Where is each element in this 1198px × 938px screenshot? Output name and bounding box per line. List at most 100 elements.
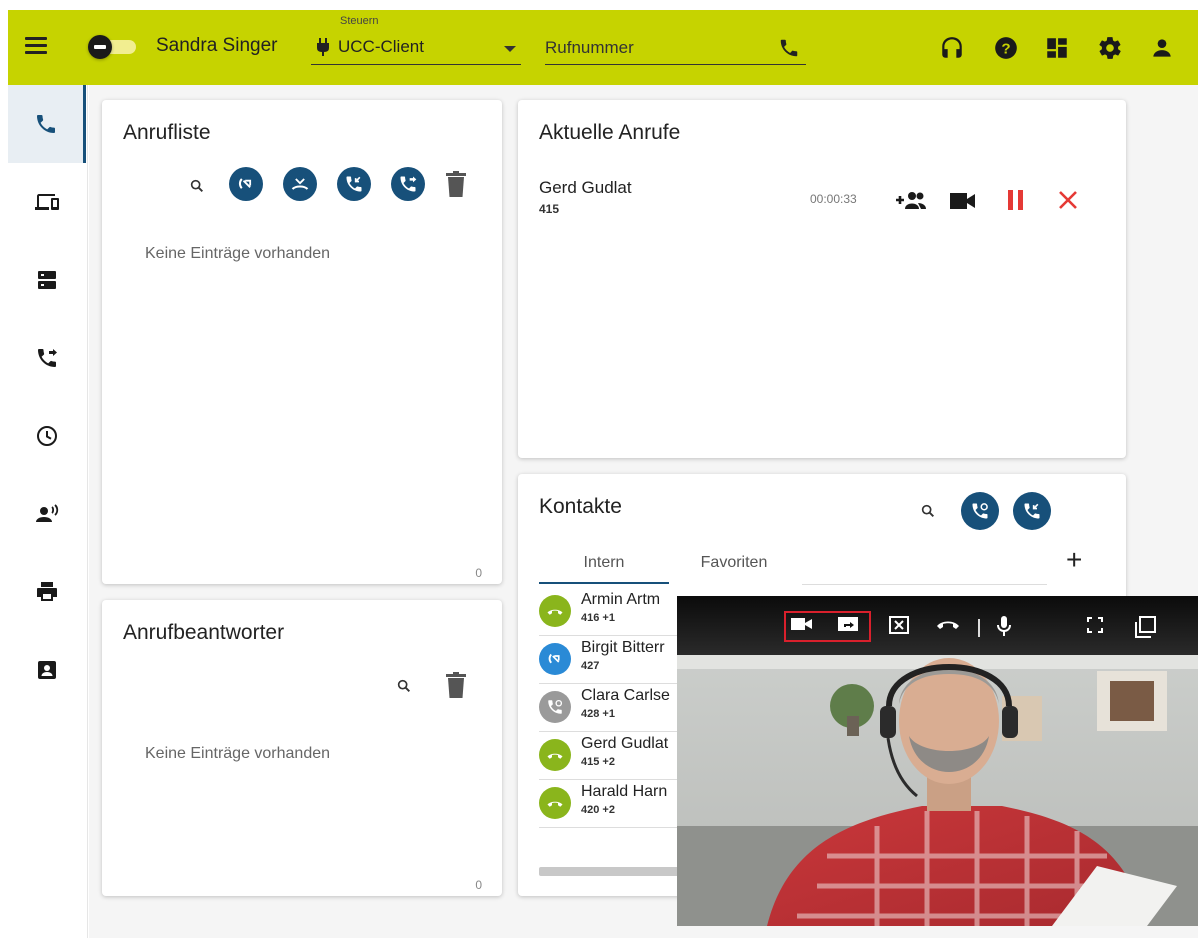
contact-card-icon [38, 661, 56, 679]
contact-name: Armin Artm [581, 591, 661, 608]
close-video-icon[interactable] [889, 616, 913, 636]
server-icon [38, 271, 56, 289]
menu-icon[interactable] [25, 37, 47, 54]
horizontal-scrollbar[interactable] [539, 867, 684, 876]
call-list-card: Anrufliste Keine Einträge vorhanden 0 [102, 100, 502, 584]
control-label: Steuern [340, 15, 379, 27]
answering-machine-empty: Keine Einträge vorhanden [145, 745, 331, 762]
call-list-count: 0 [475, 566, 482, 580]
plug-icon [317, 38, 329, 61]
popout-icon[interactable] [1134, 616, 1158, 638]
search-icon[interactable] [396, 678, 412, 699]
current-calls-card: Aktuelle Anrufe Gerd Gudlat 415 00:00:33 [518, 100, 1126, 458]
contact-ext: 420 +2 [581, 804, 615, 816]
sidebar-item-phone[interactable] [8, 85, 86, 163]
number-field[interactable] [545, 33, 806, 65]
answering-machine-card: Anrufbeantworter Keine Einträge vorhande… [102, 600, 502, 896]
forward-status-icon [539, 691, 571, 723]
call-list-title: Anrufliste [123, 121, 211, 144]
microphone-icon[interactable] [995, 616, 1019, 636]
highlight-frame [784, 611, 871, 642]
contact-name: Clara Carlse [581, 687, 670, 704]
hold-button[interactable] [1007, 190, 1025, 215]
delete-icon[interactable] [445, 171, 467, 202]
contact-ext: 415 +2 [581, 756, 615, 768]
current-calls-title: Aktuelle Anrufe [539, 121, 681, 144]
control-select[interactable]: UCC-Client [311, 33, 521, 65]
contact-item[interactable]: Armin Artm 416 +1 [539, 588, 684, 636]
status-toggle[interactable] [88, 35, 138, 59]
control-value: UCC-Client [338, 37, 424, 56]
incoming-call-icon [346, 176, 362, 192]
top-bar: Sandra Singer Steuern UCC-Client ? [8, 10, 1198, 85]
video-toolbar [677, 596, 1198, 655]
voicemail-person-icon [36, 504, 59, 522]
filter-outgoing-button[interactable] [229, 167, 263, 201]
hangup-icon[interactable] [935, 616, 959, 636]
call-forward-icon [38, 349, 57, 367]
devices-icon [35, 194, 59, 210]
available-contact-icon [972, 503, 988, 519]
sidebar-item-voicemail[interactable] [8, 475, 86, 553]
search-icon[interactable] [189, 178, 205, 199]
busy-status-icon [539, 787, 571, 819]
gear-icon[interactable] [1097, 35, 1123, 61]
contact-item[interactable]: Harald Harn 420 +2 [539, 780, 684, 828]
clock-icon [37, 426, 57, 446]
tab-favoriten[interactable]: Favoriten [669, 554, 799, 584]
current-call-name: Gerd Gudlat [539, 178, 632, 197]
current-call-duration: 00:00:33 [810, 192, 857, 206]
video-call-window[interactable] [677, 596, 1198, 926]
contacts-title: Kontakte [539, 495, 622, 518]
busy-status-icon [539, 739, 571, 771]
call-list-empty: Keine Einträge vorhanden [145, 245, 331, 262]
add-participant-button[interactable] [894, 189, 928, 216]
chevron-down-icon [504, 46, 516, 52]
sidebar-item-devices[interactable] [8, 163, 86, 241]
user-name: Sandra Singer [156, 35, 278, 56]
sidebar-item-forwarding[interactable] [8, 319, 86, 397]
svg-text:?: ? [1001, 40, 1010, 57]
phone-icon [36, 115, 55, 133]
contact-item[interactable]: Birgit Bitterr 427 [539, 636, 684, 684]
sidebar-item-contacts[interactable] [8, 631, 86, 709]
missed-call-icon [291, 178, 309, 190]
toolbar-divider [978, 619, 980, 637]
contact-filter-available-button[interactable] [961, 492, 999, 530]
add-contact-button[interactable]: + [1066, 544, 1082, 576]
tab-intern[interactable]: Intern [539, 554, 669, 584]
callback-icon [1024, 503, 1040, 519]
help-icon[interactable]: ? [993, 35, 1019, 61]
fullscreen-icon[interactable] [1086, 616, 1110, 636]
user-icon[interactable] [1149, 35, 1175, 61]
headset-icon[interactable] [939, 35, 965, 61]
contact-filter-callback-button[interactable] [1013, 492, 1051, 530]
filter-forwarded-button[interactable] [391, 167, 425, 201]
forwarded-call-icon [400, 176, 417, 192]
sidebar-item-print[interactable] [8, 553, 86, 631]
contact-item[interactable]: Gerd Gudlat 415 +2 [539, 732, 684, 780]
outgoing-call-icon [238, 178, 252, 189]
dial-phone-icon[interactable] [778, 37, 800, 59]
number-input[interactable] [545, 36, 770, 60]
hangup-button[interactable] [1058, 190, 1078, 215]
sidebar-item-server[interactable] [8, 241, 86, 319]
contact-ext: 428 +1 [581, 708, 615, 720]
contact-ext: 427 [581, 660, 600, 672]
filter-missed-button[interactable] [283, 167, 317, 201]
video-camera-button[interactable] [950, 192, 976, 215]
contact-name: Birgit Bitterr [581, 639, 665, 656]
busy-status-icon [539, 595, 571, 627]
contact-name: Harald Harn [581, 783, 668, 800]
sidebar [8, 85, 88, 938]
sidebar-item-history[interactable] [8, 397, 86, 475]
printer-icon [37, 582, 57, 601]
contact-name: Gerd Gudlat [581, 735, 669, 752]
answering-machine-title: Anrufbeantworter [123, 621, 285, 644]
search-icon[interactable] [920, 503, 936, 524]
filter-incoming-button[interactable] [337, 167, 371, 201]
contact-item[interactable]: Clara Carlse 428 +1 [539, 684, 684, 732]
current-call-ext: 415 [539, 202, 560, 216]
dashboard-icon[interactable] [1044, 35, 1070, 61]
delete-icon[interactable] [445, 672, 467, 703]
